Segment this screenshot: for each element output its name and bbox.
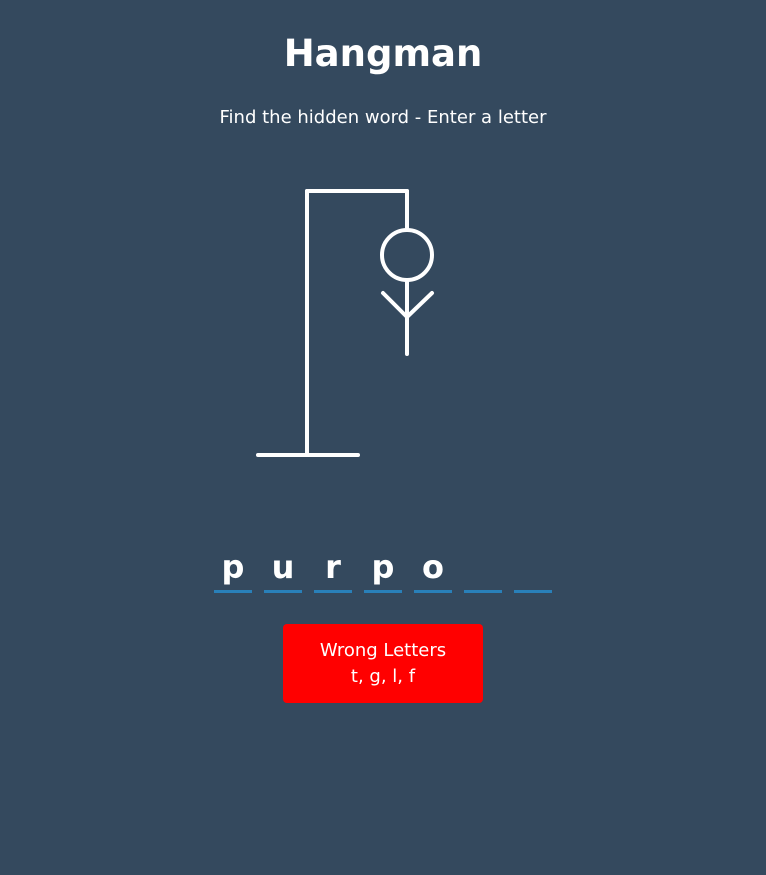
letter-slot: p — [364, 544, 402, 593]
letter-slot: r — [314, 544, 352, 593]
letter-slot: p — [214, 544, 252, 593]
wrong-letters-panel: Wrong Letters t, g, l, f — [283, 624, 483, 703]
wrong-letters-label: Wrong Letters — [319, 640, 447, 661]
hangman-head — [380, 228, 434, 282]
hangman-right-arm — [405, 291, 434, 319]
hangman-figure — [256, 189, 434, 457]
letter-slot — [514, 544, 552, 593]
wrong-letters-list: t, g, l, f — [350, 666, 416, 687]
letter-slot: o — [414, 544, 452, 593]
letter-slot — [464, 544, 502, 593]
hidden-word: p u r p o — [214, 544, 552, 593]
letter-slot: u — [264, 544, 302, 593]
hangman-left-arm — [381, 291, 409, 319]
